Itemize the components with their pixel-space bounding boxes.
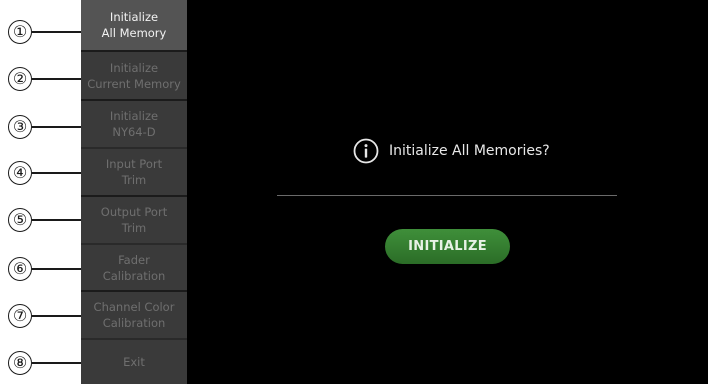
sidebar-item-label-line2: Calibration xyxy=(102,316,166,330)
device-screen: Initialize All Memory Initialize Current M… xyxy=(81,0,708,384)
utility-sidebar: Initialize All Memory Initialize Current M… xyxy=(81,0,187,384)
confirmation-message: Initialize All Memories? xyxy=(353,137,550,165)
initialize-button[interactable]: INITIALIZE xyxy=(385,229,510,264)
sidebar-item-initialize-current-memory[interactable]: Initialize Current Memory xyxy=(81,52,187,99)
sidebar-item-label-line1: Exit xyxy=(123,355,145,369)
callout-number: ⑧ xyxy=(8,351,32,375)
sidebar-item-label-line2: Current Memory xyxy=(87,76,181,91)
callout-6: ⑥ xyxy=(8,257,86,283)
callout-5: ⑤ xyxy=(8,208,86,234)
callout-number: ③ xyxy=(8,115,32,139)
sidebar-item-exit[interactable]: Exit xyxy=(81,340,187,384)
sidebar-item-input-port-trim[interactable]: Input Port Trim xyxy=(81,149,187,195)
divider-line xyxy=(277,195,617,196)
callout-leader-line xyxy=(32,31,86,33)
callout-column: ① ② ③ ④ ⑤ ⑥ ⑦ ⑧ xyxy=(0,0,86,384)
sidebar-item-channel-color-calibration[interactable]: Channel Color Calibration xyxy=(81,292,187,338)
sidebar-item-label-line1: Channel Color xyxy=(93,300,175,314)
callout-number: ④ xyxy=(8,161,32,185)
callout-number: ⑥ xyxy=(8,257,32,281)
sidebar-item-label-line1: Initialize xyxy=(109,109,159,123)
callout-leader-line xyxy=(32,78,86,80)
callout-number: ① xyxy=(8,20,32,44)
sidebar-item-label-line2: Trim xyxy=(121,173,147,187)
callout-number: ⑤ xyxy=(8,208,32,232)
callout-2: ② xyxy=(8,67,86,93)
sidebar-item-label-line2: NY64-D xyxy=(112,125,156,139)
callout-leader-line xyxy=(32,172,86,174)
info-icon xyxy=(353,138,379,164)
sidebar-item-label-line1: Fader xyxy=(118,252,150,267)
sidebar-item-label-line1: Input Port xyxy=(105,157,163,171)
callout-4: ④ xyxy=(8,161,86,187)
callout-leader-line xyxy=(32,126,86,128)
callout-leader-line xyxy=(32,219,86,221)
callout-7: ⑦ xyxy=(8,304,86,330)
sidebar-item-initialize-all-memory[interactable]: Initialize All Memory xyxy=(81,0,187,50)
callout-leader-line xyxy=(32,315,86,317)
callout-leader-line xyxy=(32,268,86,270)
callout-number: ⑦ xyxy=(8,304,32,328)
sidebar-item-initialize-ny64d[interactable]: Initialize NY64-D xyxy=(81,101,187,147)
sidebar-item-output-port-trim[interactable]: Output Port Trim xyxy=(81,197,187,243)
sidebar-item-label-line1: Initialize xyxy=(109,10,159,24)
sidebar-item-label-line1: Output Port xyxy=(100,205,168,219)
callout-3: ③ xyxy=(8,115,86,141)
callout-number: ② xyxy=(8,67,32,91)
callout-leader-line xyxy=(32,362,86,364)
sidebar-item-label-line2: All Memory xyxy=(101,26,167,40)
callout-8: ⑧ xyxy=(8,351,86,377)
callout-1: ① xyxy=(8,20,86,46)
sidebar-item-label-line2: Calibration xyxy=(102,268,166,283)
sidebar-item-fader-calibration[interactable]: Fader Calibration xyxy=(81,245,187,290)
sidebar-item-label-line2: Trim xyxy=(121,221,147,235)
message-text: Initialize All Memories? xyxy=(389,143,550,159)
sidebar-item-label-line1: Initialize xyxy=(109,60,159,75)
main-panel: Initialize All Memories? INITIALIZE xyxy=(187,0,708,384)
